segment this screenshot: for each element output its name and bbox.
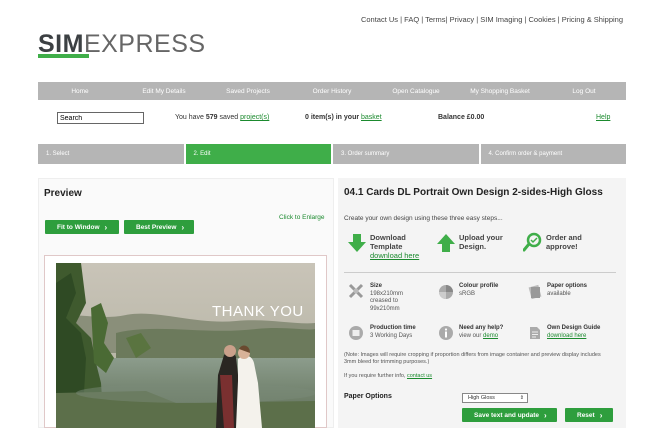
step-confirm-payment[interactable]: 4. Confirm order & payment (480, 144, 626, 164)
help-link[interactable]: Help (596, 114, 610, 121)
feature-production-time: Production time 3 Working Days (370, 325, 416, 340)
size-line3: 99x210mm (370, 305, 400, 312)
feature-paper-options: Paper options available (547, 283, 587, 298)
help-pre: view our (459, 332, 484, 339)
production-title: Production time (370, 325, 416, 331)
chevron-right-icon: › (599, 410, 603, 420)
step-edit[interactable]: 2. Edit (185, 144, 331, 164)
feature-design-guide: Own Design Guide download here (547, 325, 600, 340)
document-guide-icon (530, 327, 540, 339)
best-preview-button[interactable]: Best Preview › (124, 220, 194, 234)
order-line1: Order and (546, 233, 582, 242)
save-text-update-label: Save text and update (474, 411, 540, 419)
step-upload-design: Upload your Design. (459, 233, 503, 251)
feature-size: Size 198x210mm creased to 99x210mm (370, 283, 403, 313)
saved-prefix: You have (175, 114, 206, 121)
size-line2: creased to (370, 298, 399, 304)
divider (344, 272, 616, 273)
paper-value: available (547, 290, 571, 297)
reset-label: Reset (577, 411, 595, 419)
info-help-icon (439, 326, 453, 340)
nav-shopping-basket[interactable]: My Shopping Basket (458, 82, 542, 100)
product-intro: Create your own design using these three… (344, 215, 503, 222)
further-pre: If you require further info, (344, 373, 407, 379)
basket-link[interactable]: basket (361, 114, 382, 121)
basket-status: 0 item(s) in your basket (305, 114, 382, 121)
colour-value: sRGB (459, 290, 476, 297)
fit-to-window-button[interactable]: Fit to Window › (45, 220, 119, 234)
saved-count: 579 (205, 114, 218, 121)
magnifier-approve-icon (523, 232, 542, 252)
size-title: Size (370, 283, 383, 289)
save-text-update-button[interactable]: Save text and update › (462, 408, 557, 422)
wedding-photo (56, 263, 315, 428)
download-line1: Download (370, 233, 406, 242)
step-order-summary[interactable]: 3. Order summary (333, 144, 479, 164)
order-line2: approve! (546, 242, 578, 251)
nav-open-catalogue[interactable]: Open Catalogue (374, 82, 458, 100)
step-select[interactable]: 1. Select (38, 144, 184, 164)
nav-edit-details[interactable]: Edit My Details (122, 82, 206, 100)
reset-button[interactable]: Reset › (565, 408, 613, 422)
size-line1: 198x210mm (370, 290, 404, 297)
best-preview-label: Best Preview (136, 223, 177, 231)
further-info: If you require further info, contact us (344, 373, 432, 379)
colour-title: Colour profile (459, 283, 499, 289)
nav-saved-projects[interactable]: Saved Projects (206, 82, 290, 100)
paper-title: Paper options (547, 283, 588, 289)
enlarge-link[interactable]: Click to Enlarge (279, 214, 325, 221)
paper-options-icon (528, 284, 542, 300)
top-links[interactable]: Contact Us | FAQ | Terms| Privacy | SIM … (361, 15, 623, 24)
basket-prefix: 0 item(s) in your (305, 114, 362, 121)
feature-need-help: Need any help? view our demo (459, 325, 503, 340)
calendar-icon (349, 326, 363, 340)
guide-title: Own Design Guide (547, 325, 601, 331)
ruler-size-icon (348, 283, 364, 299)
download-arrow-icon (348, 234, 366, 252)
download-line2: Template (370, 242, 403, 251)
chevron-right-icon: › (544, 410, 547, 420)
fit-to-window-label: Fit to Window (57, 223, 100, 231)
search-input[interactable] (57, 112, 144, 124)
product-title: 04.1 Cards DL Portrait Own Design 2-side… (344, 187, 603, 198)
demo-link[interactable]: demo (483, 333, 498, 339)
cropping-note: (Note: Images will require cropping if p… (344, 352, 601, 365)
nav-order-history[interactable]: Order History (290, 82, 374, 100)
colour-profile-icon (439, 285, 453, 299)
upload-line1: Upload your (459, 233, 503, 242)
guide-download-link[interactable]: download here (547, 333, 586, 339)
paper-selected-value: High Gloss (468, 395, 495, 401)
contact-us-link[interactable]: contact us (407, 373, 432, 379)
upload-arrow-icon (437, 234, 455, 252)
paper-options-label: Paper Options (344, 393, 392, 400)
paper-options-select[interactable]: High Gloss ⇕ (462, 393, 528, 403)
nav-log-out[interactable]: Log Out (542, 82, 626, 100)
logo-underline (38, 54, 89, 58)
chevron-right-icon: › (181, 222, 185, 232)
production-value: 3 Working Days (370, 332, 413, 339)
chevron-right-icon: › (104, 222, 108, 232)
step-order-approve: Order and approve! (546, 233, 582, 251)
nav-home[interactable]: Home (38, 82, 122, 100)
order-steps: 1. Select 2. Edit 3. Order summary 4. Co… (38, 144, 626, 164)
download-template-link[interactable]: download here (370, 251, 419, 260)
saved-mid: saved (217, 114, 241, 121)
select-arrows-icon: ⇕ (519, 395, 524, 401)
saved-projects-status: You have 579 saved project(s) (175, 114, 269, 121)
upload-line2: Design. (459, 242, 487, 251)
card-greeting-text: THANK YOU (212, 303, 304, 320)
balance: Balance £0.00 (438, 114, 485, 121)
feature-colour-profile: Colour profile sRGB (459, 283, 498, 298)
saved-projects-link[interactable]: project(s) (240, 114, 269, 121)
help-title: Need any help? (459, 325, 504, 331)
preview-title: Preview (44, 188, 82, 199)
main-nav: Home Edit My Details Saved Projects Orde… (38, 82, 626, 100)
logo-light: EXPRESS (83, 30, 206, 58)
step-download-template: Download Template download here (370, 233, 419, 260)
